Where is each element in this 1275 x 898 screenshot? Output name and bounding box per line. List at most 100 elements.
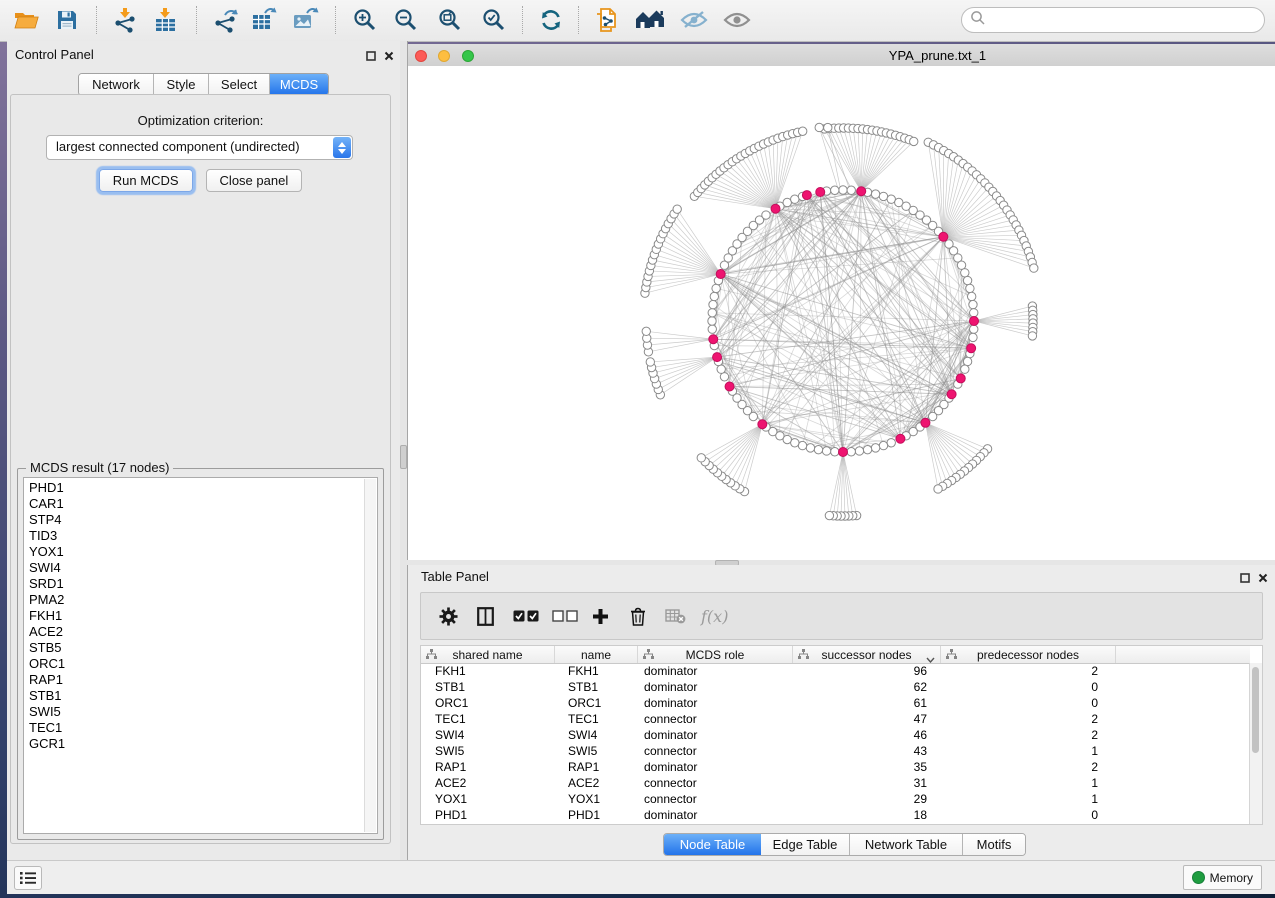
open-file-icon[interactable] (8, 3, 44, 37)
table-options-gear-icon[interactable] (439, 593, 458, 639)
save-session-icon[interactable] (49, 3, 85, 37)
search-input[interactable] (961, 7, 1265, 33)
function-builder-icon[interactable]: f(x) (701, 593, 728, 639)
tab-select[interactable]: Select (209, 74, 270, 95)
mcds-result-item[interactable]: TEC1 (24, 720, 364, 736)
select-all-checkboxes-icon[interactable] (513, 593, 539, 639)
table-cell-successor-nodes: 62 (790, 680, 937, 694)
zoom-in-icon[interactable] (347, 3, 383, 37)
network-node (712, 284, 720, 292)
zoom-fit-icon[interactable] (432, 3, 468, 37)
table-row[interactable]: SWI4SWI4dominator462 (421, 727, 1250, 743)
mcds-result-item[interactable]: STP4 (24, 512, 364, 528)
zoom-out-icon[interactable] (388, 3, 424, 37)
minimize-window-icon[interactable] (438, 50, 450, 62)
network-node (863, 445, 871, 453)
column-header-shared-name[interactable]: shared name (421, 646, 555, 663)
run-mcds-button[interactable]: Run MCDS (99, 169, 193, 192)
table-cell-predecessor-nodes: 1 (937, 776, 1111, 790)
tab-network[interactable]: Network (79, 74, 154, 95)
show-panel-eye-icon[interactable] (719, 3, 755, 37)
table-row[interactable]: STB1STB1dominator620 (421, 679, 1250, 695)
tab-edge-table[interactable]: Edge Table (761, 834, 850, 855)
close-window-icon[interactable] (415, 50, 427, 62)
table-row[interactable]: FKH1FKH1dominator962 (421, 663, 1250, 679)
table-cell-predecessor-nodes: 2 (937, 712, 1111, 726)
maximize-window-icon[interactable] (462, 50, 474, 62)
table-scrollbar[interactable] (1249, 663, 1262, 824)
add-column-plus-icon[interactable] (592, 593, 609, 639)
float-panel-icon[interactable] (366, 48, 376, 66)
splitter-handle[interactable] (400, 445, 407, 469)
network-node (847, 448, 855, 456)
network-overview-icon[interactable] (632, 3, 668, 37)
network-node (947, 390, 956, 399)
network-node (716, 270, 725, 279)
table-cell-predecessor-nodes: 2 (937, 760, 1111, 774)
refresh-view-icon[interactable] (533, 3, 569, 37)
column-header-predecessor-nodes[interactable]: predecessor nodes (941, 646, 1116, 663)
export-image-icon[interactable] (287, 3, 323, 37)
memory-button[interactable]: Memory (1183, 865, 1262, 890)
mcds-result-list[interactable]: PHD1CAR1STP4TID3YOX1SWI4SRD1PMA2FKH1ACE2… (23, 477, 378, 834)
mcds-result-item[interactable]: GCR1 (24, 736, 364, 752)
column-header-successor-nodes[interactable]: successor nodes (793, 646, 941, 663)
tab-mcds[interactable]: MCDS (270, 74, 328, 95)
mcds-result-item[interactable]: YOX1 (24, 544, 364, 560)
mcds-result-item[interactable]: PHD1 (24, 480, 364, 496)
hide-panel-eye-slash-icon[interactable] (676, 3, 712, 37)
table-row[interactable]: PHD1PHD1dominator180 (421, 807, 1250, 823)
mcds-result-item[interactable]: ACE2 (24, 624, 364, 640)
export-network-icon[interactable] (208, 3, 244, 37)
tab-style[interactable]: Style (154, 74, 209, 95)
mcds-result-item[interactable]: SWI4 (24, 560, 364, 576)
mcds-result-item[interactable]: FKH1 (24, 608, 364, 624)
delete-table-icon[interactable] (665, 593, 686, 639)
import-table-icon[interactable] (148, 3, 184, 37)
import-network-icon[interactable] (108, 3, 144, 37)
tab-motifs[interactable]: Motifs (963, 834, 1025, 855)
mcds-result-item[interactable]: RAP1 (24, 672, 364, 688)
scrollbar-thumb[interactable] (1252, 667, 1259, 753)
unselect-all-checkboxes-icon[interactable] (552, 593, 578, 639)
column-header-mcds-role[interactable]: MCDS role (638, 646, 793, 663)
clone-network-icon[interactable] (588, 3, 624, 37)
table-row[interactable]: ORC1ORC1dominator610 (421, 695, 1250, 711)
network-window-titlebar[interactable]: YPA_prune.txt_1 (408, 44, 1275, 67)
task-history-button[interactable] (14, 866, 42, 890)
tab-network-table[interactable]: Network Table (850, 834, 963, 855)
mcds-result-item[interactable]: STB5 (24, 640, 364, 656)
mcds-result-item[interactable]: PMA2 (24, 592, 364, 608)
toolbar-separator (335, 6, 336, 34)
close-panel-button[interactable]: Close panel (206, 169, 303, 192)
mcds-result-item[interactable]: STB1 (24, 688, 364, 704)
table-row[interactable]: YOX1YOX1connector291 (421, 791, 1250, 807)
close-panel-icon[interactable] (1258, 570, 1268, 588)
mcds-result-item[interactable]: CAR1 (24, 496, 364, 512)
delete-column-trash-icon[interactable] (630, 593, 646, 639)
mcds-list-scrollbar[interactable] (364, 479, 376, 832)
mcds-result-item[interactable]: SWI5 (24, 704, 364, 720)
mcds-result-item[interactable]: ORC1 (24, 656, 364, 672)
table-cell-mcds-role: connector (636, 792, 790, 806)
export-table-icon[interactable] (246, 3, 282, 37)
table-row[interactable]: RAP1RAP1dominator352 (421, 759, 1250, 775)
mcds-result-item[interactable]: SRD1 (24, 576, 364, 592)
show-columns-icon[interactable] (477, 593, 494, 639)
column-type-icon (798, 649, 809, 663)
table-row[interactable]: ACE2ACE2connector311 (421, 775, 1250, 791)
mcds-result-item[interactable]: TID3 (24, 528, 364, 544)
optimization-criterion-select[interactable]: largest connected component (undirected) (46, 135, 353, 160)
column-type-icon (426, 649, 437, 663)
network-canvas[interactable] (408, 66, 1275, 560)
tab-node-table[interactable]: Node Table (664, 834, 761, 855)
table-row[interactable]: SWI5SWI5connector431 (421, 743, 1250, 759)
table-cell-successor-nodes: 29 (790, 792, 937, 806)
table-row[interactable]: TEC1TEC1connector472 (421, 711, 1250, 727)
float-panel-icon[interactable] (1240, 570, 1250, 588)
table-cell-name: RAP1 (554, 760, 636, 774)
column-header-name[interactable]: name (555, 646, 638, 663)
zoom-selected-icon[interactable] (476, 3, 512, 37)
close-panel-icon[interactable] (384, 48, 394, 66)
column-header-filler (1116, 646, 1250, 663)
